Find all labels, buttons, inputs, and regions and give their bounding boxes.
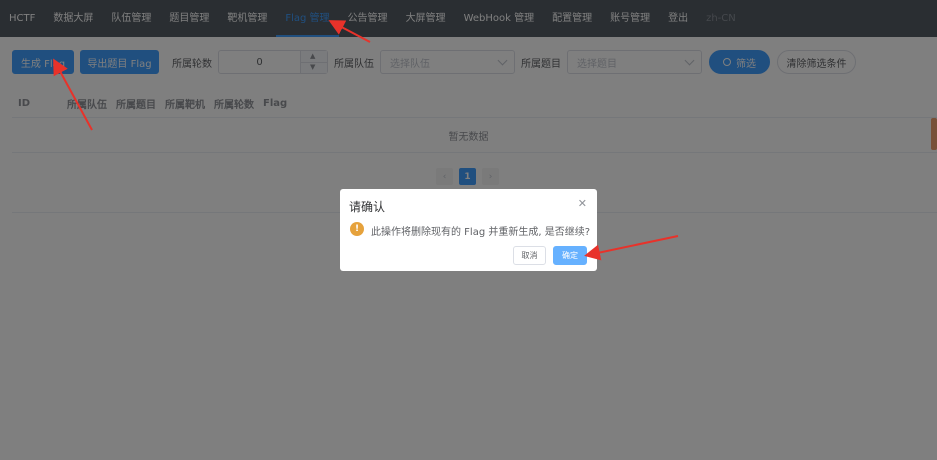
dialog-title: 请确认 [349,200,386,214]
cancel-button[interactable]: 取消 [513,246,546,265]
close-icon[interactable]: ✕ [578,197,587,210]
warning-icon: ! [350,222,364,236]
confirm-button[interactable]: 确定 [553,246,587,265]
dialog-message: 此操作将删除现有的 Flag 并重新生成, 是否继续? [371,227,591,238]
confirm-dialog: 请确认 ✕ ! 此操作将删除现有的 Flag 并重新生成, 是否继续? 取消 确… [340,189,597,271]
